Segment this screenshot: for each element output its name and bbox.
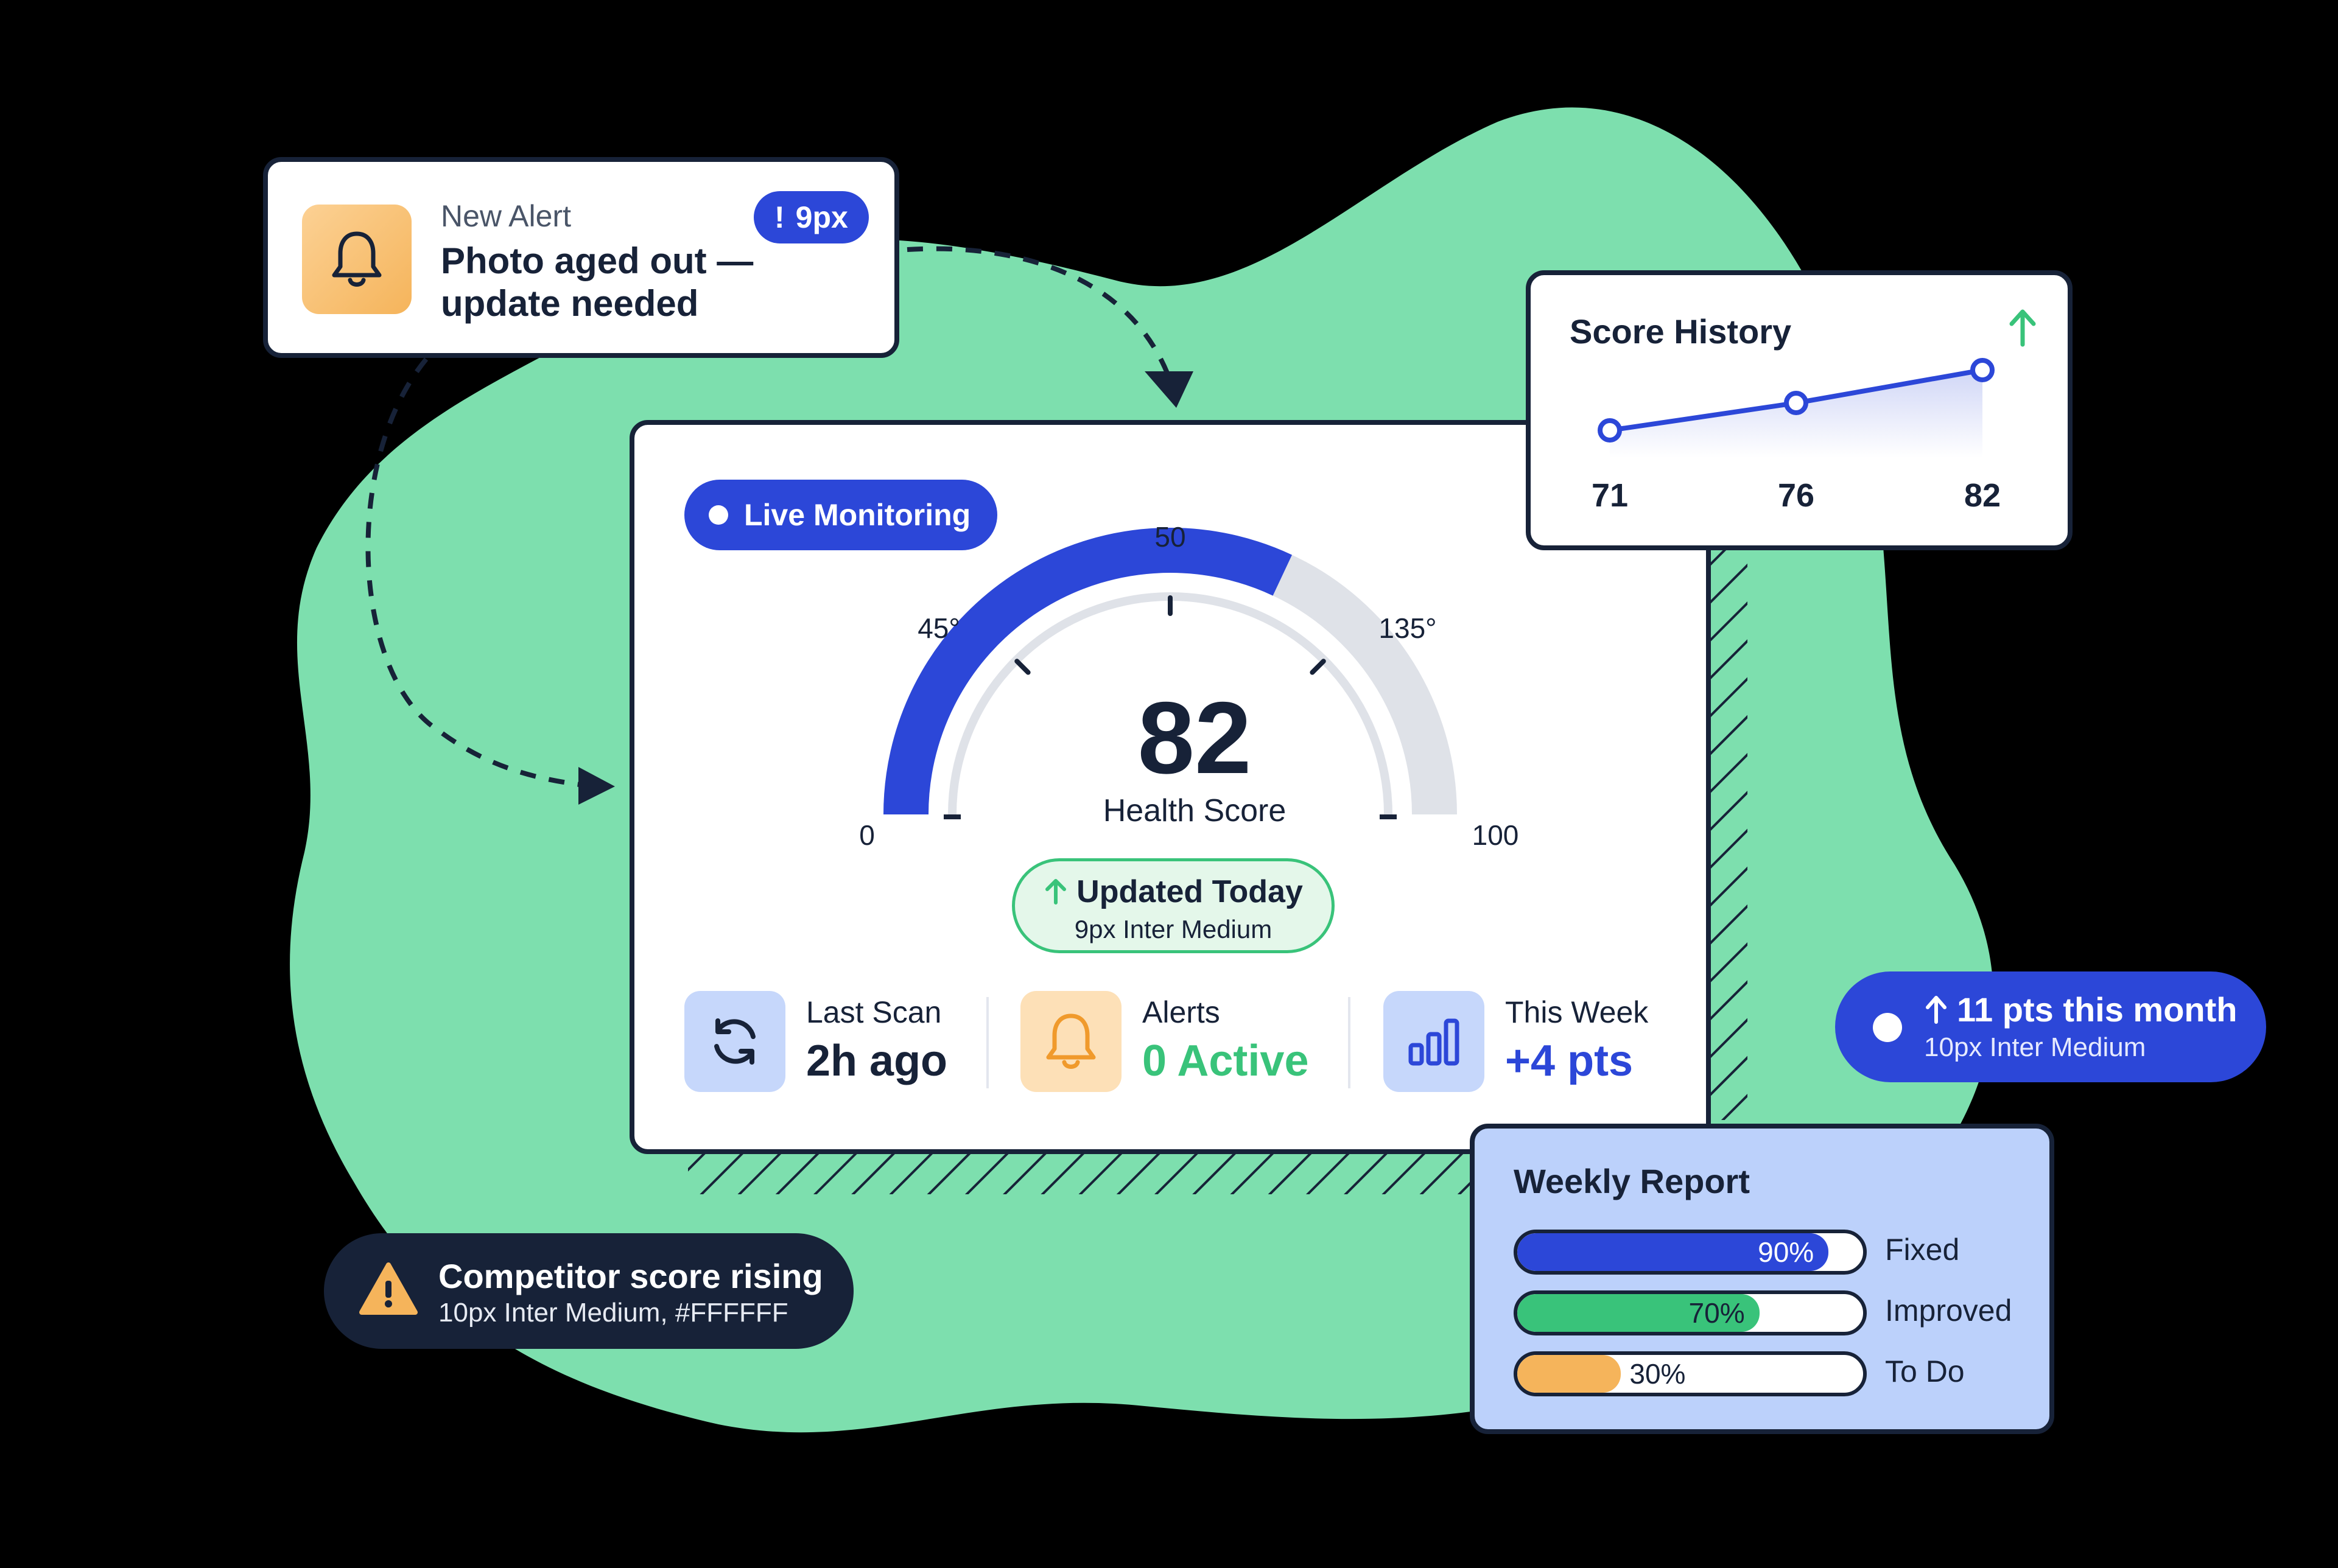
stat-label: Last Scan [806,995,942,1029]
progress-label: To Do [1885,1354,1965,1388]
progress-percent: 30% [1629,1358,1686,1390]
card-shadow-bottom [688,1154,1473,1194]
alert-icon-box [302,205,412,314]
progress-label: Improved [1885,1293,2012,1328]
stat-icon-box [684,991,785,1092]
history-point [1598,418,1622,443]
competitor-alert-pill[interactable]: Competitor score rising 10px Inter Mediu… [324,1233,854,1349]
gauge-left-angle-label: 45° [918,612,960,644]
month-dot-icon [1873,1013,1902,1042]
competitor-title: Competitor score rising [438,1257,823,1295]
weekly-report-card: Weekly Report 90% Fixed 70% Improved 30% To D… [1470,1124,2054,1434]
illustration-stage: New Alert Photo aged out — update needed… [0,0,2338,1568]
warning-icon [359,1262,418,1315]
gauge-mid-label: 50 [1154,521,1185,553]
alert-badge: ! 9px [754,191,869,243]
new-alert-card[interactable]: New Alert Photo aged out — update needed… [263,157,899,358]
stat-label: This Week [1505,995,1649,1029]
updated-title: Updated Today [1076,874,1303,909]
history-point-label: 71 [1592,477,1628,514]
arrow-up-icon [1926,995,1947,1024]
stat-icon-box [1383,991,1484,1092]
report-row: 90% Fixed [1514,1230,2037,1275]
progress-percent: 70% [1688,1297,1745,1329]
competitor-subtitle: 10px Inter Medium, #FFFFFF [438,1298,788,1328]
arrow-up-icon [1045,879,1067,905]
score-history-card: Score History 71 76 82 [1526,270,2073,550]
history-point [1784,391,1808,415]
bell-icon [1046,1013,1096,1069]
progress-label: Fixed [1885,1233,1960,1267]
stat-icon-box [1020,991,1122,1092]
refresh-icon [714,1018,756,1065]
history-point-label: 76 [1778,477,1814,514]
stat-value: 0 Active [1142,1037,1309,1085]
month-subtitle: 10px Inter Medium [1924,1032,2146,1062]
updated-today-pill: Updated Today 9px Inter Medium [1012,858,1335,953]
history-point-label: 82 [1964,477,2001,514]
updated-subtitle: 9px Inter Medium [1074,915,1273,943]
progress-track: 70% [1514,1290,1867,1335]
history-point [1970,358,1995,382]
stat-divider [986,997,989,1088]
alert-badge-text: 9px [795,200,848,234]
gauge-tick [1014,659,1031,675]
bar-chart-icon [1408,1018,1459,1066]
gauge-tick [1310,659,1326,675]
alert-eyebrow: New Alert [441,199,571,233]
weekly-report-title: Weekly Report [1514,1162,1750,1200]
exclamation-icon: ! [774,200,785,234]
progress-track: 90% [1514,1230,1867,1275]
month-title: 11 pts this month [1957,990,2238,1029]
score-history-chart: 71 76 82 [1592,358,2001,514]
progress-fill [1517,1355,1621,1393]
progress-track: 30% [1514,1351,1867,1396]
gauge-right-angle-label: 135° [1378,612,1436,644]
health-score-label: Health Score [1103,793,1287,828]
gauge-min-label: 0 [859,819,875,851]
report-row: 70% Improved [1514,1290,2037,1335]
health-score-value: 82 [1137,681,1252,795]
alert-title: Photo aged out — update needed [441,240,754,324]
stat-value: 2h ago [806,1037,948,1085]
stat-divider [1348,997,1350,1088]
stat-value: +4 pts [1505,1037,1634,1085]
card-shadow-right [1705,548,1747,1120]
gauge-max-label: 100 [1472,819,1519,851]
bell-icon [332,231,382,287]
stat-label: Alerts [1142,995,1220,1029]
report-row: 30% To Do [1514,1351,2037,1396]
monthly-gain-pill[interactable]: 11 pts this month 10px Inter Medium [1835,971,2266,1082]
progress-percent: 90% [1758,1236,1814,1268]
